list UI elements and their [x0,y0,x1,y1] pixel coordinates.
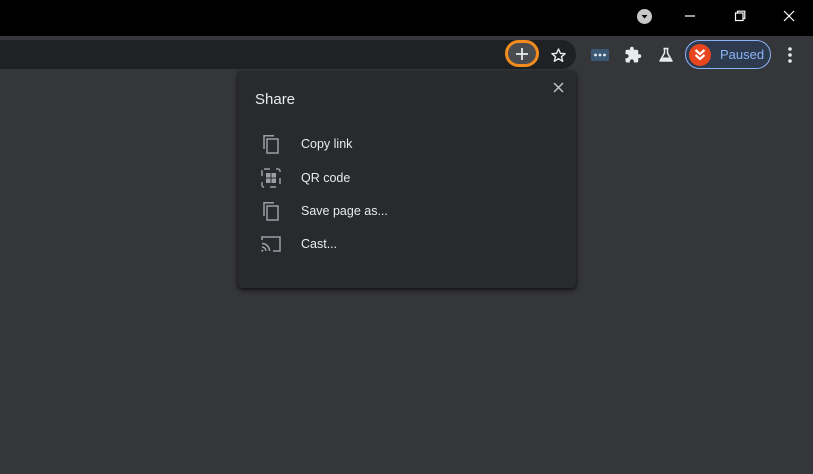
share-button[interactable] [505,40,539,67]
share-bubble-close-button[interactable] [551,80,565,94]
close-window-button[interactable] [766,0,812,32]
save-page-as-item[interactable]: Save page as... [238,196,576,226]
qr-code-label: QR code [301,171,351,185]
extension-button[interactable] [588,43,612,67]
labs-flask-icon [659,47,673,62]
restore-icon [734,10,746,22]
extensions-puzzle-icon [625,46,642,63]
profile-chevrons-icon [694,48,706,60]
cast-item[interactable]: Cast... [238,229,576,259]
cast-icon [260,233,282,255]
share-bubble-title: Share [255,91,296,108]
qr-code-item[interactable]: QR code [238,163,576,193]
copy-link-item[interactable]: Copy link [238,129,576,159]
close-icon [783,10,795,22]
browser-window: Paused Share Copy link QR code Save page… [0,0,813,474]
omnibox[interactable] [0,40,576,69]
close-icon [552,81,564,93]
share-icon [516,47,528,60]
minimize-button[interactable] [667,0,713,32]
restore-button[interactable] [717,0,763,32]
title-bar [0,0,813,36]
more-menu-button[interactable] [778,43,802,67]
profile-button[interactable]: Paused [685,40,771,69]
copy-link-label: Copy link [301,137,353,151]
extensions-menu-button[interactable] [621,43,645,67]
tab-search-icon[interactable] [637,9,652,24]
labs-button[interactable] [654,43,678,67]
save-page-icon [260,200,282,222]
bookmark-star-icon [550,47,566,62]
avatar [689,43,711,66]
cast-label: Cast... [301,237,338,251]
more-menu-icon [788,47,792,63]
save-page-as-label: Save page as... [301,204,388,218]
share-bubble: Share Copy link QR code Save page as... … [238,71,576,288]
profile-status-label: Paused [720,47,765,62]
minimize-icon [685,15,695,17]
qr-code-icon [260,167,282,189]
copy-icon [260,133,282,155]
bookmark-star-button[interactable] [546,43,570,67]
extension-dots-icon [591,49,609,61]
